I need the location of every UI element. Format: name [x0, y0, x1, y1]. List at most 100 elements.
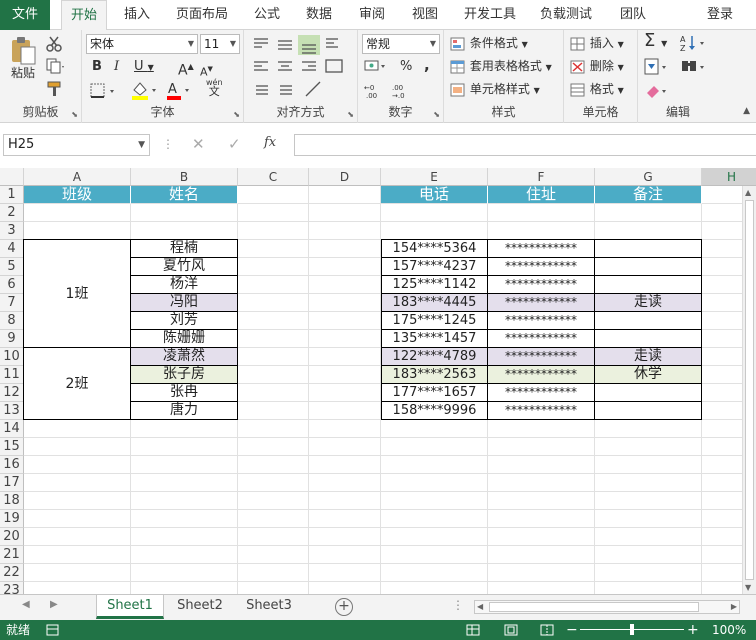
column-header-h[interactable]: H: [702, 168, 756, 186]
name-cell[interactable]: 杨洋: [131, 276, 238, 294]
cell[interactable]: [238, 510, 309, 528]
row-header-8[interactable]: 8: [0, 312, 24, 330]
note-cell[interactable]: [595, 330, 702, 348]
comma-button[interactable]: ,: [424, 56, 430, 74]
cell[interactable]: [488, 492, 595, 510]
cell[interactable]: [238, 294, 309, 312]
note-cell[interactable]: [595, 258, 702, 276]
font-size-select[interactable]: 11 ▼: [200, 34, 240, 54]
cell[interactable]: [595, 438, 702, 456]
cell[interactable]: [238, 240, 309, 258]
sheet-prev-icon[interactable]: ◀: [22, 599, 30, 610]
cancel-icon[interactable]: ✕: [192, 135, 205, 153]
note-cell[interactable]: 走读: [595, 294, 702, 312]
phone-cell[interactable]: 183****4445: [381, 294, 488, 312]
row-header-7[interactable]: 7: [0, 294, 24, 312]
column-header-d[interactable]: D: [309, 168, 381, 186]
address-cell[interactable]: ************: [488, 312, 595, 330]
cell[interactable]: [595, 420, 702, 438]
percent-button[interactable]: %: [400, 58, 412, 76]
fill-color-icon[interactable]: [130, 80, 164, 100]
phone-cell[interactable]: 154****5364: [381, 240, 488, 258]
decimal-buttons-icon[interactable]: ←0.00.00→.0: [364, 82, 434, 100]
cell[interactable]: [131, 204, 238, 222]
column-header-b[interactable]: B: [131, 168, 238, 186]
insert-function-button[interactable]: fx: [264, 135, 276, 150]
scroll-left-icon[interactable]: ◀: [477, 602, 483, 611]
name-cell[interactable]: 张冉: [131, 384, 238, 402]
font-name-select[interactable]: 宋体 ▼: [86, 34, 198, 54]
conditional-formatting-button[interactable]: 条件格式 ▼: [450, 34, 528, 54]
cell[interactable]: [488, 420, 595, 438]
zoom-out-icon[interactable]: −: [566, 620, 578, 640]
cell[interactable]: [131, 564, 238, 582]
cell[interactable]: [238, 456, 309, 474]
cell[interactable]: [238, 258, 309, 276]
collapse-ribbon-icon[interactable]: ▲: [743, 106, 750, 116]
address-cell[interactable]: ************: [488, 258, 595, 276]
cell[interactable]: [24, 204, 131, 222]
cell[interactable]: [488, 204, 595, 222]
cell[interactable]: [488, 474, 595, 492]
cell[interactable]: [309, 456, 381, 474]
bold-button[interactable]: B: [92, 58, 102, 76]
cell[interactable]: [381, 528, 488, 546]
tab-data[interactable]: 数据: [298, 0, 340, 30]
cell[interactable]: [309, 546, 381, 564]
cell[interactable]: [381, 222, 488, 240]
cell[interactable]: [488, 564, 595, 582]
cell[interactable]: [488, 510, 595, 528]
cell[interactable]: [309, 276, 381, 294]
cell[interactable]: [595, 510, 702, 528]
format-painter-icon[interactable]: [46, 80, 66, 98]
cell[interactable]: [238, 420, 309, 438]
zoom-level[interactable]: 100%: [712, 620, 746, 640]
cell[interactable]: [24, 492, 131, 510]
cell[interactable]: [595, 456, 702, 474]
phone-cell[interactable]: 175****1245: [381, 312, 488, 330]
italic-button[interactable]: I: [114, 58, 119, 76]
row-header-11[interactable]: 11: [0, 366, 24, 384]
zoom-in-icon[interactable]: +: [687, 620, 699, 640]
cell[interactable]: [595, 546, 702, 564]
phonetic-button[interactable]: wén 文: [206, 78, 223, 97]
cell[interactable]: [488, 222, 595, 240]
sheet-tab-1[interactable]: Sheet1: [96, 595, 164, 619]
formula-input[interactable]: [294, 134, 756, 156]
phone-cell[interactable]: 183****2563: [381, 366, 488, 384]
address-cell[interactable]: ************: [488, 294, 595, 312]
format-as-table-button[interactable]: 套用表格格式 ▼: [450, 57, 552, 77]
header-cell-class[interactable]: 班级: [24, 186, 131, 204]
scroll-right-icon[interactable]: ▶: [731, 602, 737, 611]
address-cell[interactable]: ************: [488, 384, 595, 402]
cell[interactable]: [24, 420, 131, 438]
sort-filter-icon[interactable]: AZ: [680, 34, 710, 52]
note-cell[interactable]: 走读: [595, 348, 702, 366]
tab-formulas[interactable]: 公式: [246, 0, 288, 30]
fill-icon[interactable]: [644, 58, 670, 76]
cell[interactable]: [381, 510, 488, 528]
cell[interactable]: [238, 348, 309, 366]
cell[interactable]: [488, 528, 595, 546]
cell[interactable]: [131, 222, 238, 240]
cell[interactable]: [238, 402, 309, 420]
row-header-12[interactable]: 12: [0, 384, 24, 402]
cell[interactable]: [381, 474, 488, 492]
cell[interactable]: [381, 546, 488, 564]
number-launcher-icon[interactable]: ⬊: [433, 110, 440, 119]
cell[interactable]: [595, 204, 702, 222]
cell[interactable]: [309, 564, 381, 582]
tab-team[interactable]: 团队: [612, 0, 654, 30]
cell[interactable]: [309, 492, 381, 510]
cell[interactable]: [24, 528, 131, 546]
row-header-13[interactable]: 13: [0, 402, 24, 420]
phone-cell[interactable]: 125****1142: [381, 276, 488, 294]
address-cell[interactable]: ************: [488, 240, 595, 258]
alignment-icons[interactable]: [250, 34, 354, 104]
name-cell[interactable]: 夏竹风: [131, 258, 238, 276]
cell[interactable]: [381, 438, 488, 456]
tab-file[interactable]: 文件: [0, 0, 50, 30]
cell[interactable]: [131, 456, 238, 474]
cell[interactable]: [381, 204, 488, 222]
page-layout-view-icon[interactable]: [504, 624, 518, 636]
